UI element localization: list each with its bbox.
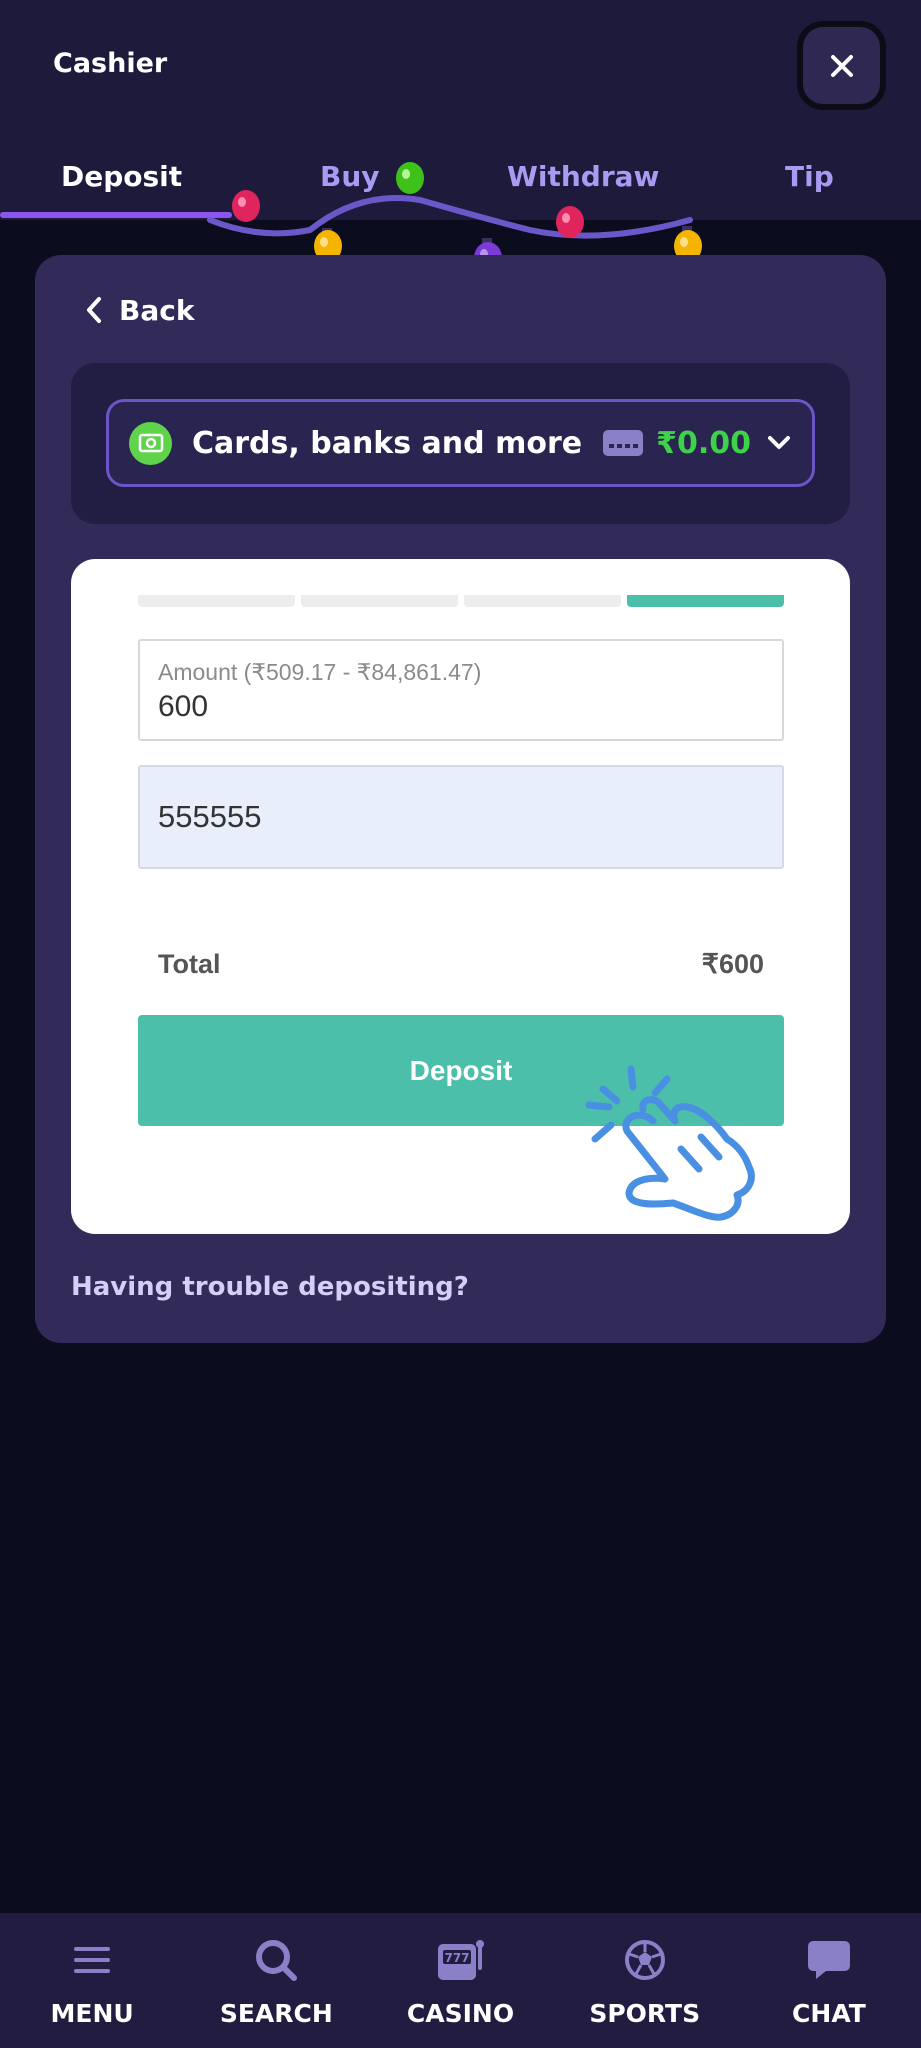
progress-step [301,595,458,607]
cash-icon [129,421,172,465]
deposit-panel: Back Cards, banks and more ₹0.00 Amount … [35,255,886,1343]
progress-step [138,595,295,607]
nav-label: SEARCH [219,1999,333,2028]
payment-method-container: Cards, banks and more ₹0.00 [71,363,850,524]
page-title: Cashier [53,48,168,79]
credit-card-icon [603,430,644,456]
progress-step [464,595,621,607]
balance-amount: ₹0.00 [656,425,751,461]
total-value: ₹600 [701,949,764,979]
payment-method-dropdown[interactable]: Cards, banks and more ₹0.00 [106,399,815,487]
amount-label: Amount (₹509.17 - ₹84,861.47) [158,659,482,685]
nav-label: CASINO [406,1999,515,2028]
code-value: 555555 [158,799,262,834]
close-button[interactable] [797,21,886,110]
soccer-ball-icon [624,1940,665,1980]
bottom-navigation: MENU SEARCH 777 CASINO SPORTS CHAT [0,1913,921,2048]
light-bulb-red [232,190,260,222]
chevron-down-icon [768,436,790,449]
close-icon [830,54,853,77]
progress-step-active [627,595,784,607]
nav-label: SPORTS [589,1999,701,2028]
back-button[interactable]: Back [85,290,194,330]
payment-method-label: Cards, banks and more [192,425,583,461]
back-label: Back [119,293,195,327]
search-icon [256,1940,298,1981]
total-row: Total ₹600 [158,949,764,980]
svg-text:777: 777 [444,1951,469,1965]
amount-field[interactable]: Amount (₹509.17 - ₹84,861.47) 600 [138,639,784,741]
nav-chat[interactable]: CHAT [737,1913,921,2048]
amount-value: 600 [158,690,209,723]
deposit-button-label: Deposit [409,1054,513,1086]
cashier-header: Cashier Deposit Buy Withdraw Tip [0,0,921,274]
chat-bubble-icon [807,1941,850,1979]
light-bulb-green [396,162,424,194]
light-bulb-red [556,206,584,238]
tab-deposit[interactable]: Deposit [61,160,182,193]
progress-steps [138,595,784,607]
trouble-depositing-link[interactable]: Having trouble depositing? [71,1272,469,1302]
menu-icon [74,1947,111,1973]
tap-hand-icon [585,1065,755,1221]
nav-label: CHAT [792,1999,866,2028]
nav-sports[interactable]: SPORTS [553,1913,737,2048]
nav-casino[interactable]: 777 CASINO [368,1913,552,2048]
total-label: Total [158,949,221,979]
nav-search[interactable]: SEARCH [184,1913,368,2048]
slot-machine-icon: 777 [437,1940,484,1980]
chevron-left-icon [87,297,101,323]
nav-menu[interactable]: MENU [0,1913,184,2048]
code-field[interactable]: 555555 [138,765,784,869]
tab-tip[interactable]: Tip [785,160,834,193]
active-tab-indicator [0,212,232,218]
deposit-form: Amount (₹509.17 - ₹84,861.47) 600 555555… [71,559,850,1234]
nav-label: MENU [50,1999,134,2028]
